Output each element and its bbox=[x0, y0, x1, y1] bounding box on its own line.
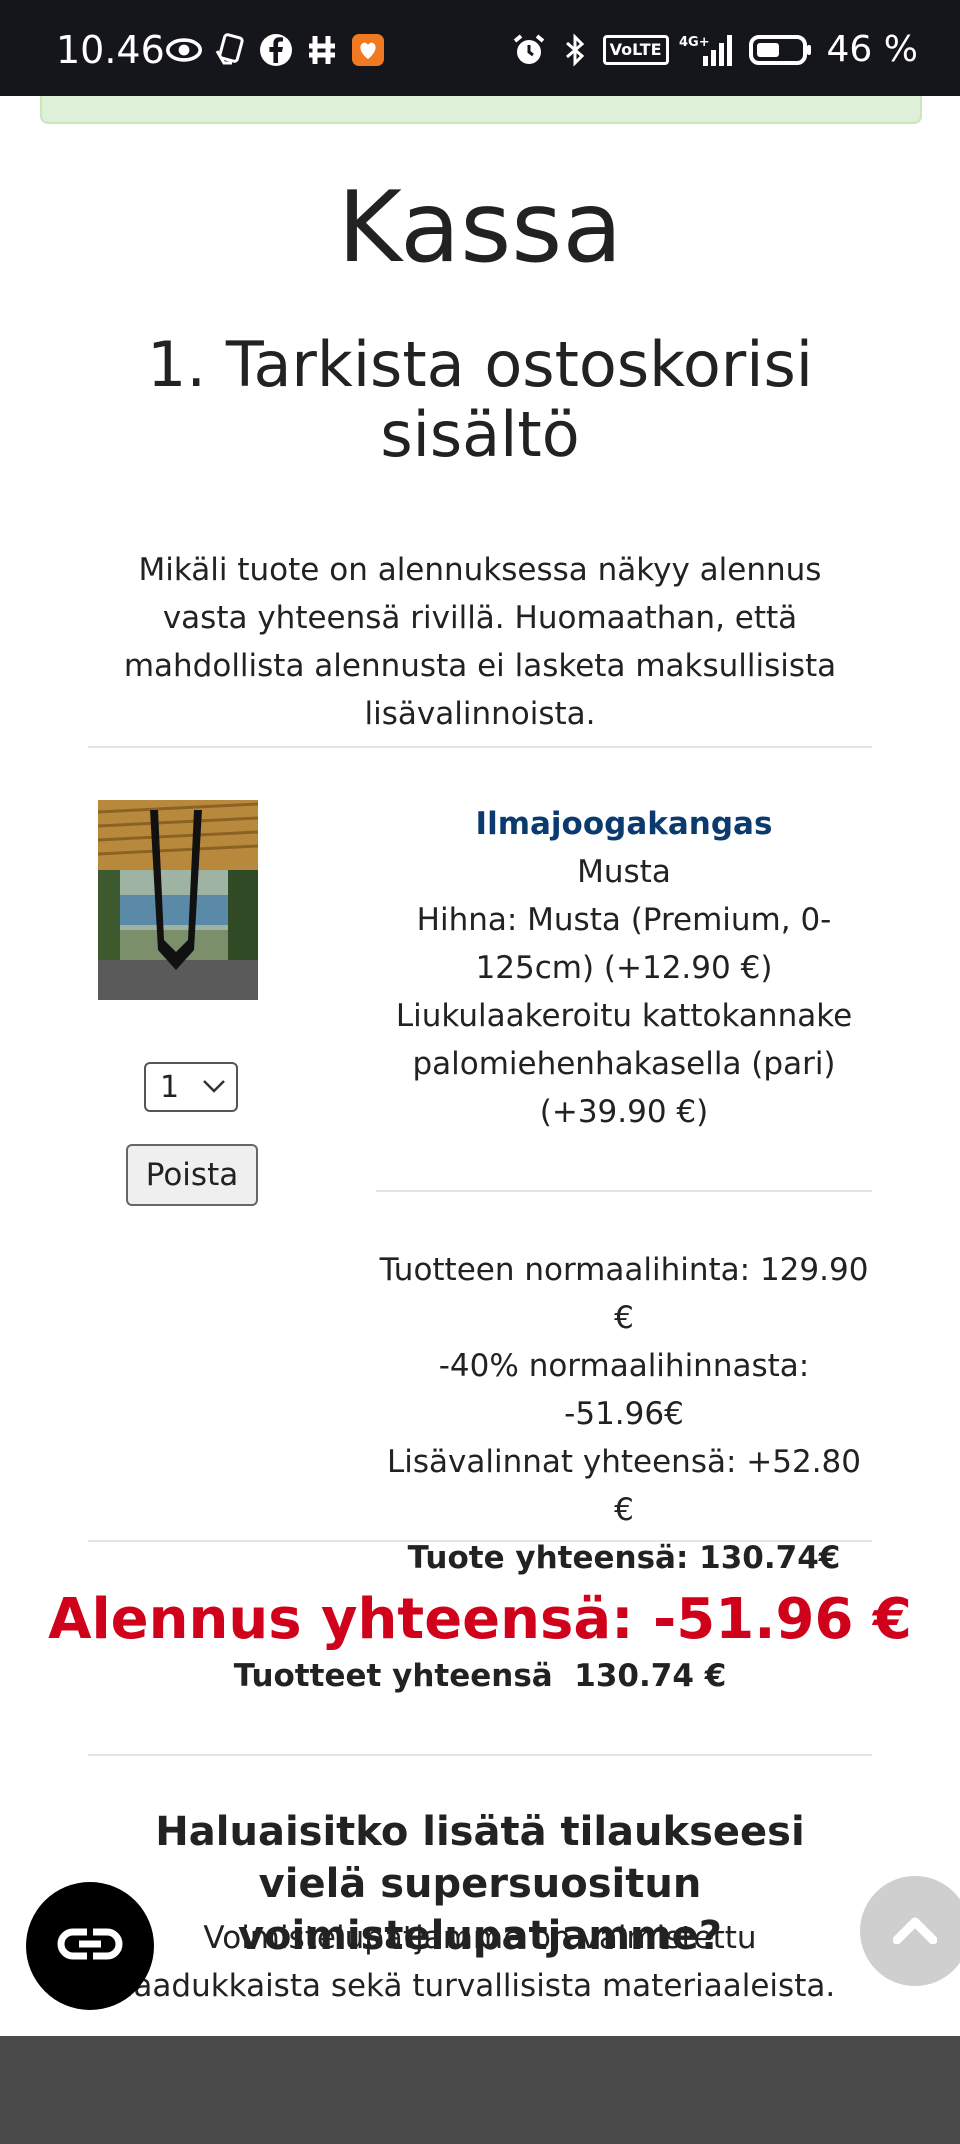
product-image[interactable] bbox=[98, 800, 258, 1000]
remove-item-button[interactable]: Poista bbox=[126, 1144, 258, 1206]
signal-4g-icon: 4G+ bbox=[679, 32, 739, 68]
page-title: Kassa bbox=[337, 171, 623, 285]
battery-icon bbox=[748, 32, 813, 68]
step-title: 1. Tarkista ostoskorisi sisältö bbox=[146, 328, 814, 471]
divider bbox=[88, 1754, 872, 1756]
options-total: Lisävalinnat yhteensä: +52.80 € bbox=[386, 1444, 861, 1528]
footer bbox=[0, 2036, 960, 2144]
success-alert bbox=[40, 96, 922, 124]
status-time: 10.46 bbox=[56, 28, 165, 72]
notification-icons bbox=[166, 30, 386, 70]
bluetooth-icon bbox=[557, 32, 593, 68]
product-color: Musta bbox=[577, 854, 671, 890]
normal-price: Tuotteen normaalihinta: 129.90 € bbox=[379, 1252, 869, 1336]
chevron-up-icon bbox=[892, 1914, 938, 1948]
chevron-down-icon bbox=[202, 1078, 226, 1098]
divider bbox=[88, 746, 872, 748]
battery-percentage: 46 % bbox=[826, 29, 918, 70]
chat-button[interactable] bbox=[26, 1882, 154, 2010]
facebook-icon bbox=[258, 32, 294, 68]
discount-total: Alennus yhteensä: -51.96 € bbox=[48, 1587, 912, 1652]
chat-icon bbox=[55, 1924, 125, 1968]
hand-card-icon bbox=[212, 32, 248, 68]
eye-icon bbox=[166, 32, 202, 68]
hashtag-icon bbox=[304, 32, 340, 68]
discount-notice: Mikäli tuote on alennuksessa näkyy alenn… bbox=[123, 552, 837, 732]
discount-amount: -40% normaalihinnasta: -51.96€ bbox=[438, 1348, 810, 1432]
divider bbox=[88, 1540, 872, 1542]
shield-heart-icon bbox=[350, 32, 386, 68]
system-icons: VoLTE 4G+ 46 % bbox=[511, 30, 918, 70]
status-bar: 10.46 VoLTE 4G+ 46 % bbox=[0, 0, 960, 96]
alarm-icon bbox=[511, 32, 547, 68]
product-option-mount: Liukulaakeroitu kattokannake palomiehenh… bbox=[395, 998, 853, 1130]
svg-text:4G+: 4G+ bbox=[679, 35, 710, 50]
scroll-to-top-button[interactable] bbox=[860, 1876, 960, 1986]
product-name-link[interactable]: Ilmajoogakangas bbox=[376, 800, 872, 848]
price-breakdown: Tuotteen normaalihinta: 129.90 € -40% no… bbox=[376, 1246, 872, 1582]
quantity-select[interactable]: 1 bbox=[144, 1062, 238, 1112]
quantity-value: 1 bbox=[160, 1070, 180, 1105]
upsell-text: Voimistelupatjamme on valmistettu laaduk… bbox=[124, 1920, 836, 2004]
product-option-strap: Hihna: Musta (Premium, 0-125cm) (+12.90 … bbox=[416, 902, 832, 986]
divider bbox=[376, 1190, 872, 1192]
items-total: Tuotteet yhteensä 130.74 € bbox=[233, 1658, 727, 1694]
volte-icon: VoLTE bbox=[602, 35, 669, 65]
product-details: Ilmajoogakangas Musta Hihna: Musta (Prem… bbox=[376, 800, 872, 1136]
